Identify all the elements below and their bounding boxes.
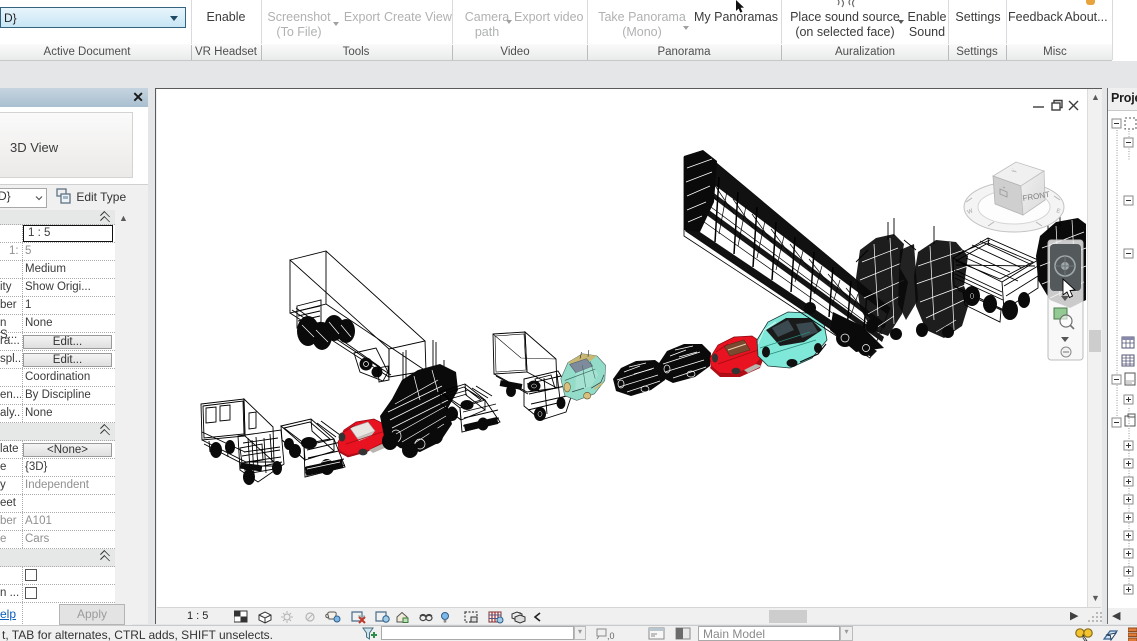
svg-text:,0: ,0 <box>607 631 615 641</box>
